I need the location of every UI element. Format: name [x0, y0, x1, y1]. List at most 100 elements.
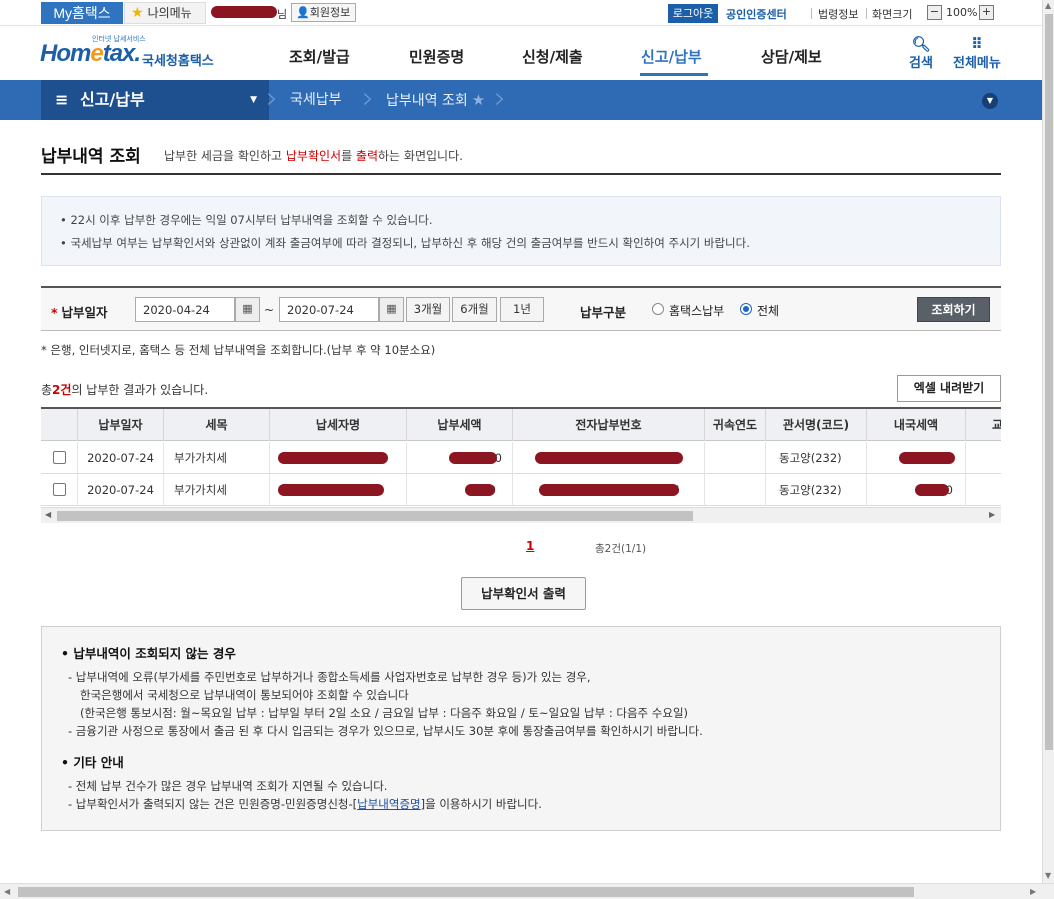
breadcrumb: ≡ 신고/납부 ▼ › 국세납부 › 납부내역 조회 ★ › ▼ — [0, 80, 1042, 120]
scroll-left-icon[interactable]: ◀ — [45, 510, 51, 519]
grid-horizontal-scrollbar[interactable]: ◀ ▶ — [41, 507, 1001, 523]
window-horizontal-scrollbar[interactable]: ◀ ▶ — [0, 883, 1054, 899]
cell-tax: 부가가치세 — [164, 442, 270, 474]
cert-center-link[interactable]: 공인인증센터 — [726, 6, 787, 22]
zoom-in-button[interactable]: + — [979, 5, 994, 20]
cell-date: 2020-07-24 — [78, 474, 164, 506]
favorite-star-icon[interactable]: ★ — [472, 91, 485, 109]
honorific-label: 님 — [277, 8, 288, 21]
table-row[interactable]: 2020-07-24 부가가치세 00 동고양(232) 00 — [41, 442, 1001, 474]
myhometax-button[interactable]: My홈택스 — [41, 2, 123, 24]
section-menu-label: 신고/납부 — [79, 90, 145, 109]
chevron-right-icon: › — [266, 81, 278, 116]
redaction-mark — [539, 484, 679, 496]
grid-header-amount: 납부세액 — [407, 409, 513, 441]
scrollbar-thumb[interactable] — [57, 511, 693, 521]
cell-taxpayer — [270, 474, 407, 506]
chevron-right-icon: › — [494, 81, 506, 116]
period-1y-button[interactable]: 1년 — [500, 297, 544, 322]
notice-line: • 22시 이후 납부한 경우에는 익일 07시부터 납부내역을 조회할 수 있… — [60, 213, 433, 227]
logout-button[interactable]: 로그아웃 — [668, 4, 718, 23]
member-info-label: 회원정보 — [309, 6, 351, 19]
notice-line: • 국세납부 여부는 납부확인서와 상관없이 계좌 출금여부에 따라 결정되니,… — [60, 236, 750, 250]
law-info-link[interactable]: 법령정보 — [818, 6, 858, 22]
payment-certificate-link[interactable]: 납부내역증명 — [357, 797, 420, 811]
window-vertical-scrollbar[interactable]: ▲ ▼ — [1042, 0, 1054, 883]
table-row[interactable]: 2020-07-24 부가가치세 50 5 동고양(232) 0 — [41, 474, 1001, 506]
row-checkbox[interactable] — [53, 483, 66, 496]
hometax-logo[interactable]: 인터넷 납세서비스 Hometax. 국세청홈택스 — [40, 34, 230, 74]
info-heading: • 기타 안내 — [61, 755, 124, 770]
info-line: (한국은행 통보시점: 월~목요일 납부 : 납부일 부터 2일 소요 / 금요… — [80, 706, 689, 720]
info-line: - 금융기관 사정으로 통장에서 출금 된 후 다시 입금되는 경우가 있으므로… — [68, 724, 703, 738]
divider — [811, 8, 812, 19]
radio-hometax[interactable] — [652, 303, 664, 315]
user-name-redacted — [211, 6, 277, 20]
period-3m-button[interactable]: 3개월 — [406, 297, 450, 322]
scroll-down-icon[interactable]: ▼ — [1045, 871, 1051, 880]
gnb-application[interactable]: 신청/제출 — [522, 46, 583, 67]
redaction-mark — [278, 452, 388, 464]
redaction-mark — [278, 484, 384, 496]
search-label: 검색 — [909, 56, 933, 71]
calendar-icon[interactable]: ▦ — [235, 297, 260, 322]
breadcrumb-tax-payment[interactable]: 국세납부 — [290, 80, 342, 120]
grid-header-epay-no: 전자납부번호 — [513, 409, 705, 441]
cell-year — [705, 442, 766, 474]
gnb-inquiry[interactable]: 조회/발급 — [289, 46, 350, 67]
cell-domestic: 0 — [867, 474, 966, 506]
info-line: - 납부확인서가 출력되지 않는 건은 민원증명-민원증명신청-[납부내역증명]… — [68, 797, 542, 811]
calendar-icon[interactable]: ▦ — [379, 297, 404, 322]
redaction-mark — [211, 6, 277, 18]
cell-tax: 부가가치세 — [164, 474, 270, 506]
scrollbar-thumb[interactable] — [18, 887, 914, 897]
scroll-left-icon[interactable]: ◀ — [4, 887, 10, 896]
page-link-1[interactable]: 1 — [526, 539, 534, 553]
cell-taxpayer — [270, 442, 407, 474]
period-6m-button[interactable]: 6개월 — [452, 297, 497, 322]
cell-epay-no: 5 — [513, 474, 705, 506]
cell-date: 2020-07-24 — [78, 442, 164, 474]
grid-header-date: 납부일자 — [78, 409, 164, 441]
cell-office: 동고양(232) — [766, 442, 867, 474]
scrollbar-thumb[interactable] — [1045, 14, 1053, 750]
grid-header-year: 귀속연도 — [705, 409, 766, 441]
scroll-up-icon[interactable]: ▲ — [1045, 1, 1051, 10]
scroll-right-icon[interactable]: ▶ — [989, 510, 995, 519]
chevron-right-icon: › — [362, 81, 374, 116]
grid-header-taxpayer: 납세자명 — [270, 409, 407, 441]
grid-menu-icon: ⠿ — [971, 35, 983, 53]
row-checkbox[interactable] — [53, 451, 66, 464]
zoom-value: 100% — [946, 6, 978, 19]
breadcrumb-current[interactable]: 납부내역 조회 ★ — [386, 80, 485, 120]
radio-all[interactable] — [740, 303, 752, 315]
query-button[interactable]: 조회하기 — [917, 297, 990, 322]
gnb-consult[interactable]: 상담/제보 — [761, 46, 822, 67]
excel-download-button[interactable]: 엑셀 내려받기 — [897, 375, 1001, 402]
scroll-right-icon[interactable]: ▶ — [1030, 887, 1036, 896]
search-button[interactable]: 🔍︎ 검색 — [909, 36, 933, 71]
page-description: 납부한 세금을 확인하고 납부확인서를 출력하는 화면입니다. — [164, 149, 463, 163]
payment-type-label: 납부구분 — [580, 305, 627, 320]
member-info-button[interactable]: 👤회원정보 — [291, 3, 357, 22]
gnb-certificate[interactable]: 민원증명 — [409, 46, 464, 67]
radio-hometax-label: 홈택스납부 — [669, 304, 725, 318]
gnb-report-payment[interactable]: 신고/납부 — [641, 46, 702, 67]
zoom-out-button[interactable]: − — [927, 5, 942, 20]
all-menu-button[interactable]: ⠿ 전체메뉴 — [953, 36, 1001, 71]
date-to-input[interactable] — [279, 297, 379, 322]
info-line: - 전체 납부 건수가 많은 경우 납부내역 조회가 지연될 수 있습니다. — [68, 779, 388, 793]
section-menu-dropdown[interactable]: ≡ 신고/납부 ▼ — [41, 80, 269, 120]
redaction-mark — [465, 484, 495, 496]
expand-chevron-icon[interactable]: ▼ — [982, 93, 998, 109]
grid-header-domestic: 내국세액 — [867, 409, 966, 441]
cell-domestic: 00 — [867, 442, 966, 474]
notice-box: • 22시 이후 납부한 경우에는 익일 07시부터 납부내역을 조회할 수 있… — [41, 196, 1001, 266]
date-from-input[interactable] — [135, 297, 235, 322]
all-menu-label: 전체메뉴 — [953, 56, 1001, 71]
print-confirmation-button[interactable]: 납부확인서 출력 — [461, 577, 586, 610]
grid-header-edu: 교 — [966, 409, 1001, 441]
hamburger-icon: ≡ — [55, 90, 69, 109]
date-range-separator: ~ — [264, 303, 275, 317]
my-menu-button[interactable]: ★ 나의메뉴 — [124, 2, 206, 24]
